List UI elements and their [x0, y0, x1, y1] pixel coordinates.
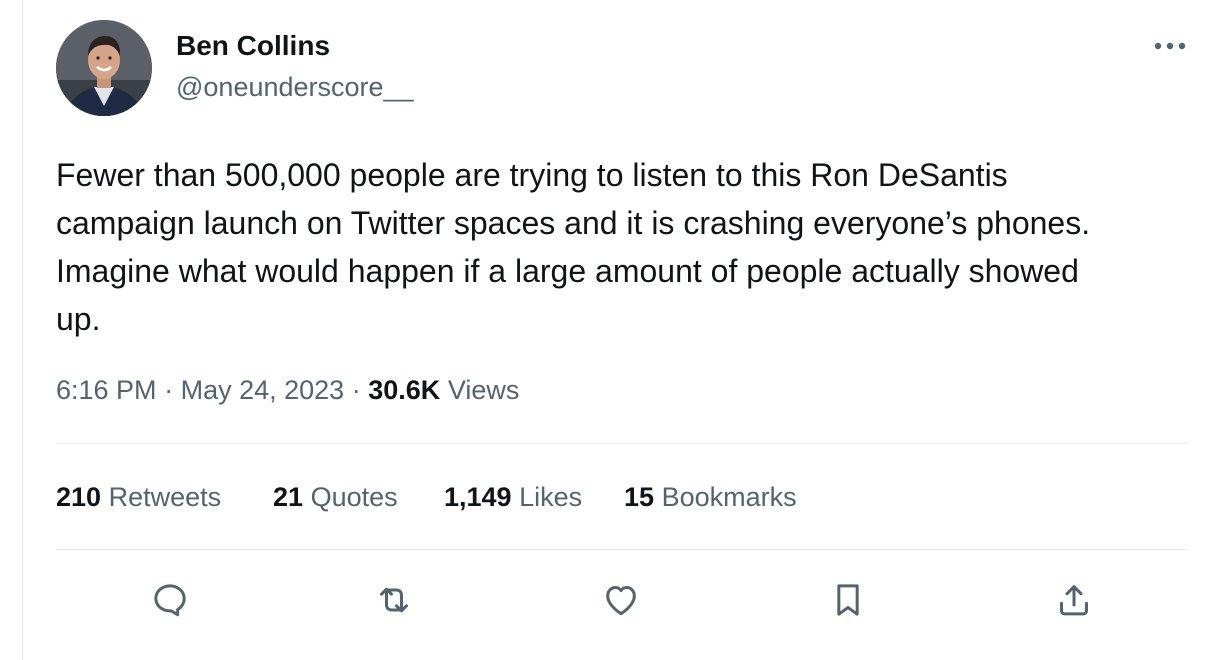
tweet-time[interactable]: 6:16 PM [56, 375, 157, 405]
divider [56, 443, 1188, 444]
author-display-name[interactable]: Ben Collins [176, 30, 330, 62]
bookmarks-stat[interactable]: 15 Bookmarks [624, 482, 797, 513]
views-label: Views [447, 375, 520, 405]
views-count: 30.6K [368, 375, 441, 405]
bookmark-icon [837, 584, 859, 616]
tweet-meta: 6:16 PM · May 24, 2023 · 30.6K Views [56, 375, 519, 406]
like-button[interactable] [597, 576, 645, 624]
more-icon [1154, 42, 1186, 50]
tweet-text-line: Fewer than 500,000 people are trying to … [56, 157, 1008, 193]
likes-stat[interactable]: 1,149 Likes [444, 482, 582, 513]
meta-separator: · [164, 375, 174, 405]
tweet-date[interactable]: May 24, 2023 [181, 375, 345, 405]
stat-label: Retweets [108, 482, 222, 512]
quotes-stat[interactable]: 21 Quotes [273, 482, 398, 513]
tweet-text-line: Imagine what would happen if a large amo… [56, 253, 1079, 289]
stat-count: 21 [273, 482, 304, 512]
stat-label: Bookmarks [661, 482, 797, 512]
left-border [22, 0, 23, 660]
stat-count: 15 [624, 482, 655, 512]
profile-photo-icon [56, 20, 152, 116]
divider [56, 549, 1188, 550]
tweet-text: Fewer than 500,000 people are trying to … [56, 151, 1196, 343]
meta-separator: · [351, 375, 361, 405]
stat-count: 210 [56, 482, 102, 512]
reply-button[interactable] [146, 576, 194, 624]
reply-icon [154, 584, 186, 617]
like-icon [606, 586, 636, 616]
retweet-button[interactable] [370, 576, 418, 624]
avatar[interactable] [56, 20, 152, 116]
stat-label: Quotes [310, 482, 398, 512]
stat-label: Likes [519, 482, 583, 512]
stat-count: 1,149 [444, 482, 512, 512]
share-button[interactable] [1050, 576, 1098, 624]
bookmark-button[interactable] [824, 576, 872, 624]
tweet-text-line: up. [56, 301, 101, 337]
tweet-text-line: campaign launch on Twitter spaces and it… [56, 205, 1091, 241]
retweets-stat[interactable]: 210 Retweets [56, 482, 221, 513]
more-options-button[interactable] [1150, 28, 1190, 64]
share-icon [1060, 585, 1088, 616]
retweet-icon [380, 587, 408, 613]
author-handle[interactable]: @oneunderscore__ [176, 72, 414, 103]
